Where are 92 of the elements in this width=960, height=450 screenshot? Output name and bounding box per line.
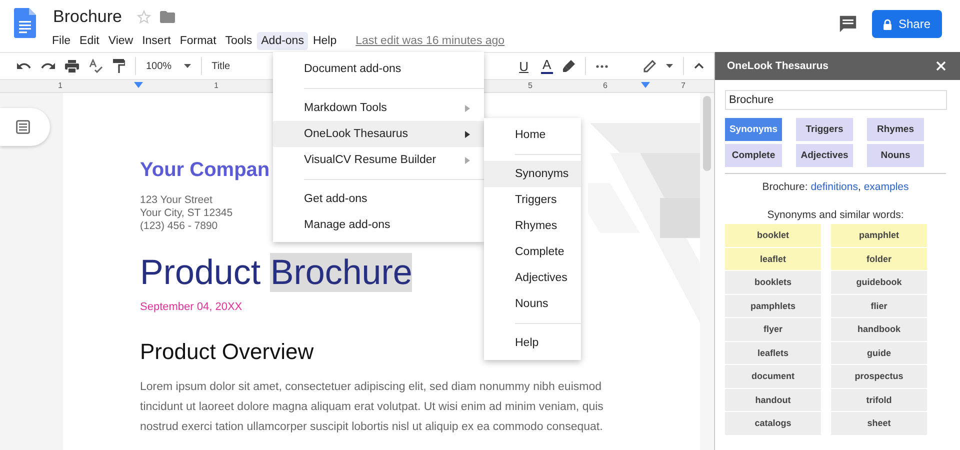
indent-marker-icon[interactable] xyxy=(641,82,650,88)
spellcheck-icon[interactable] xyxy=(89,59,103,73)
mode-button[interactable]: Triggers xyxy=(796,118,853,141)
outline-button[interactable] xyxy=(0,108,50,146)
ruler-number: 1 xyxy=(58,81,62,90)
folder-icon[interactable] xyxy=(160,11,175,23)
result-word[interactable]: trifold xyxy=(831,388,927,411)
menu-option[interactable]: Manage add-ons xyxy=(273,212,484,238)
mode-button[interactable]: Complete xyxy=(725,144,782,167)
collapse-icon[interactable] xyxy=(694,63,704,69)
body-paragraph: Lorem ipsum dolor sit amet, consectetuer adipiscing elit, sed diam nonummy nibh euismod tincidunt ut laoreet dolore magna aliquam erat volutpat. Ut wisi enim ad minim veniam, quis nostrud exerci tation ullamcorper suscipit lobortis nisl ut aliquip ex ea commodo consequat. xyxy=(140,380,604,435)
close-icon[interactable] xyxy=(936,61,946,71)
docs-logo-icon[interactable] xyxy=(14,8,36,38)
result-word[interactable]: guidebook xyxy=(831,271,927,294)
menu-item[interactable]: Insert xyxy=(138,32,175,50)
menu-option[interactable]: Synonyms xyxy=(484,161,581,187)
menu-option[interactable]: OneLook Thesaurus xyxy=(273,121,484,147)
menu-option[interactable]: Complete xyxy=(484,239,581,265)
result-word[interactable]: booklets xyxy=(725,271,821,294)
result-word[interactable]: booklet xyxy=(725,224,821,246)
more-icon[interactable] xyxy=(596,64,608,68)
menu-item[interactable]: File xyxy=(48,32,75,50)
menu-option[interactable]: Adjectives xyxy=(484,265,581,291)
indent-marker-icon[interactable] xyxy=(134,82,143,88)
date-text: September 04, 20XX xyxy=(140,301,242,313)
menu-option[interactable]: Markdown Tools xyxy=(273,95,484,121)
result-word[interactable]: leaflets xyxy=(725,342,821,364)
lookup-line: Brochure: definitions, examples xyxy=(761,181,910,193)
menu-item[interactable]: View xyxy=(104,32,138,50)
menu-option[interactable]: Triggers xyxy=(484,187,581,213)
menu-item[interactable]: Add-ons xyxy=(257,32,308,50)
result-word[interactable]: guide xyxy=(831,342,927,364)
menu-option[interactable]: Get add-ons xyxy=(273,186,484,212)
undo-icon[interactable] xyxy=(17,61,31,71)
result-word[interactable]: handbook xyxy=(831,318,927,340)
menu-option[interactable]: VisualCV Resume Builder xyxy=(273,147,484,173)
menu-item[interactable]: Edit xyxy=(76,32,104,50)
lookup-link[interactable]: definitions xyxy=(810,181,858,193)
result-word[interactable]: catalogs xyxy=(725,412,821,434)
paint-format-icon[interactable] xyxy=(113,59,125,73)
result-word[interactable]: folder xyxy=(831,248,927,270)
document-title-heading: Product Brochure xyxy=(140,252,412,294)
underline-button[interactable]: U xyxy=(517,58,530,74)
result-word[interactable]: document xyxy=(725,365,821,388)
menu-item[interactable]: Tools xyxy=(221,32,256,50)
menu-option[interactable]: Nouns xyxy=(484,291,581,317)
caret-icon[interactable] xyxy=(666,64,673,68)
outline-icon xyxy=(16,120,30,134)
highlighter-icon[interactable] xyxy=(563,60,576,72)
results-heading: Synonyms and similar words: xyxy=(766,209,905,221)
pencil-icon[interactable] xyxy=(643,60,656,72)
result-word[interactable]: leaflet xyxy=(725,248,821,270)
search-field[interactable]: Brochure xyxy=(725,90,947,110)
mode-button[interactable]: Synonyms xyxy=(725,118,782,141)
result-word[interactable]: sheet xyxy=(831,412,927,434)
ruler-number: 7 xyxy=(681,81,686,90)
mode-button[interactable]: Adjectives xyxy=(796,144,853,167)
last-edit-link[interactable]: Last edit was 16 minutes ago xyxy=(356,35,505,47)
result-word[interactable]: flyer xyxy=(725,318,821,340)
lookup-link[interactable]: examples xyxy=(864,181,909,193)
redo-icon[interactable] xyxy=(41,61,55,71)
document-title[interactable]: Brochure xyxy=(53,7,122,27)
address-line: 123 Your Street xyxy=(140,194,212,207)
zoom-dropdown[interactable]: 100% xyxy=(146,60,191,72)
menu-option[interactable]: Help xyxy=(484,330,581,356)
result-word[interactable]: prospectus xyxy=(831,365,927,388)
mode-button[interactable]: Rhymes xyxy=(867,118,924,141)
menu-option[interactable]: Rhymes xyxy=(484,213,581,239)
sidebar-title: OneLook Thesaurus xyxy=(727,60,829,72)
comment-icon[interactable] xyxy=(839,15,857,33)
lock-icon xyxy=(883,18,892,30)
section-heading: Product Overview xyxy=(140,339,314,365)
caret-icon xyxy=(184,64,191,68)
company-name: Your Compan xyxy=(140,159,270,182)
result-word[interactable]: flier xyxy=(831,294,927,317)
address-line: Your City, ST 12345 xyxy=(140,207,233,220)
result-word[interactable]: pamphlets xyxy=(725,294,821,317)
share-button[interactable]: Share xyxy=(872,10,942,38)
ruler-number: 6 xyxy=(603,81,608,90)
ruler-number: 1 xyxy=(214,81,218,90)
mode-button[interactable]: Nouns xyxy=(867,144,924,167)
menu-option[interactable]: Home xyxy=(484,122,581,148)
result-word[interactable]: handout xyxy=(725,388,821,411)
star-icon[interactable] xyxy=(136,10,151,24)
ruler-number: 5 xyxy=(528,81,532,90)
menu-item[interactable]: Format xyxy=(176,32,220,50)
address-line: (123) 456 - 7890 xyxy=(140,220,218,233)
menu-option[interactable]: Document add-ons xyxy=(273,56,484,82)
menu-item[interactable]: Help xyxy=(308,32,341,50)
print-icon[interactable] xyxy=(65,60,79,72)
result-word[interactable]: pamphlet xyxy=(831,224,927,246)
text-color-button[interactable]: A xyxy=(540,58,554,74)
